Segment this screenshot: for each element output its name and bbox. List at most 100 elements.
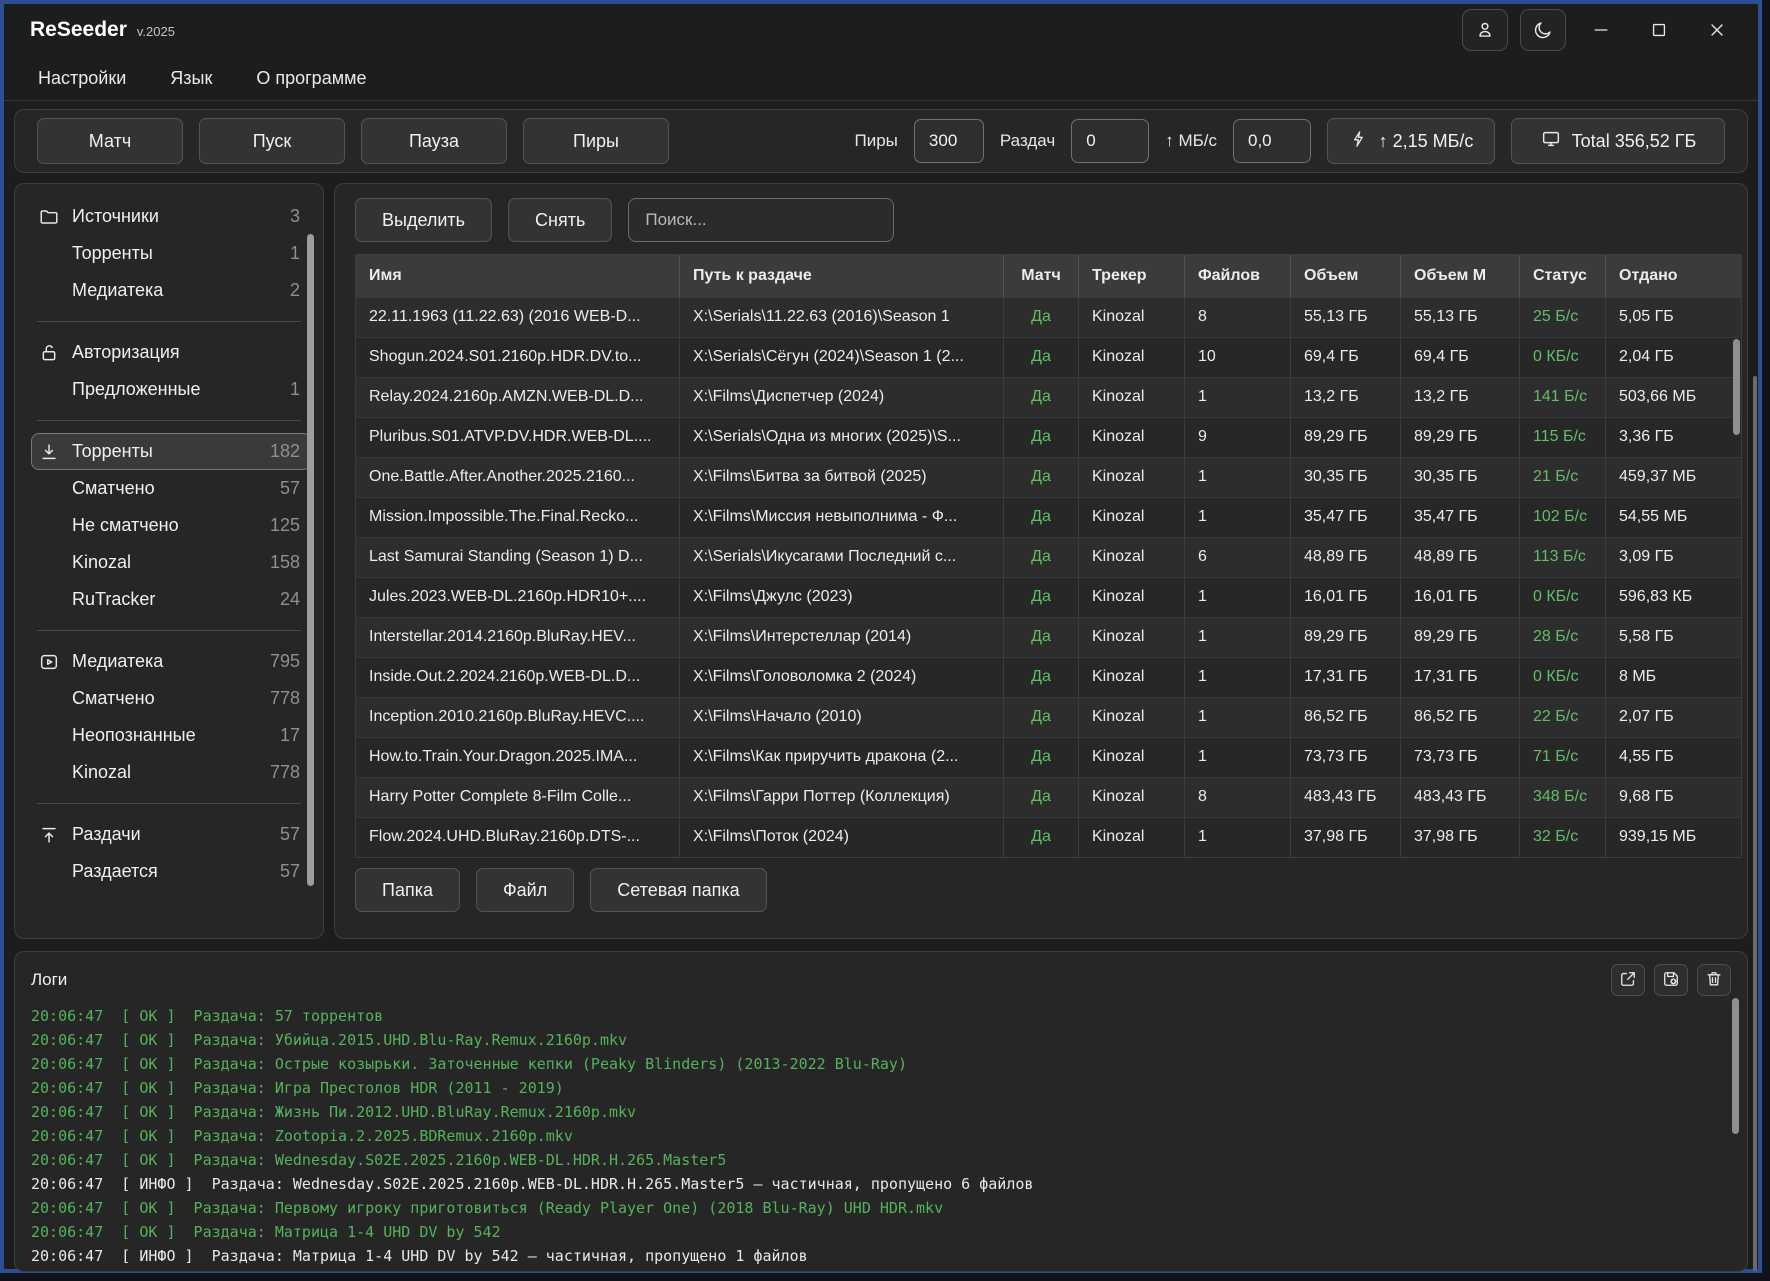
sidebar-item-label: Авторизация — [72, 342, 300, 363]
logs-panel: Логи 20:06:47 [ OK ] Раздача: 57 торрент… — [14, 951, 1748, 1272]
table-row[interactable]: Harry Potter Complete 8-Film Colle...X:\… — [356, 777, 1741, 817]
cell-status: 348 Б/с — [1520, 778, 1606, 817]
table-row[interactable]: Inside.Out.2.2024.2160p.WEB-DL.D...X:\Fi… — [356, 657, 1741, 697]
sidebar-item-torrents-kinozal[interactable]: Kinozal158 — [31, 544, 311, 581]
sidebar-item-sources-media[interactable]: Медиатека2 — [31, 272, 311, 309]
table-row[interactable]: Shogun.2024.S01.2160p.HDR.DV.to...X:\Ser… — [356, 337, 1741, 377]
log-line: 20:06:47 [ OK ] Раздача: Wednesday.S02E.… — [31, 1148, 1731, 1172]
column-header-tracker[interactable]: Трекер — [1079, 255, 1185, 297]
sidebar-item-seeding[interactable]: Раздается57 — [31, 853, 311, 890]
sidebar-item-suggested[interactable]: Предложенные1 — [31, 371, 311, 408]
table-scrollbar[interactable] — [1733, 339, 1740, 435]
sidebar-item-torrents-rutracker[interactable]: RuTracker24 — [31, 581, 311, 618]
table-row[interactable]: Mission.Impossible.The.Final.Recko...X:\… — [356, 497, 1741, 537]
cell-path: X:\Serials\Икусагами Последний с... — [680, 538, 1004, 577]
maximize-button[interactable] — [1636, 10, 1682, 50]
match-button[interactable]: Матч — [37, 118, 183, 164]
add-source-buttons: Папка Файл Сетевая папка — [355, 868, 1731, 912]
log-line: 20:06:47 [ OK ] Раздача: Zootopia.2.2025… — [31, 1124, 1731, 1148]
select-all-button[interactable]: Выделить — [355, 198, 492, 242]
cell-path: X:\Serials\11.22.63 (2016)\Season 1 — [680, 298, 1004, 337]
seeds-input[interactable] — [1071, 119, 1149, 163]
column-header-status[interactable]: Статус — [1520, 255, 1606, 297]
peers-button[interactable]: Пиры — [523, 118, 669, 164]
peers-input[interactable] — [914, 119, 984, 163]
cell-status: 22 Б/с — [1520, 698, 1606, 737]
cell-uploaded: 3,09 ГБ — [1606, 538, 1741, 577]
column-header-files[interactable]: Файлов — [1185, 255, 1291, 297]
open-logs-external-button[interactable] — [1611, 964, 1645, 996]
total-button[interactable]: Total 356,52 ГБ — [1511, 118, 1725, 164]
cell-size_m: 73,73 ГБ — [1401, 738, 1520, 777]
sidebar-item-sources[interactable]: Источники3 — [31, 198, 311, 235]
table-row[interactable]: Interstellar.2014.2160p.BluRay.HEV...X:\… — [356, 617, 1741, 657]
add-network-folder-button[interactable]: Сетевая папка — [590, 868, 766, 912]
upload-rate-value: ↑ 2,15 МБ/с — [1379, 131, 1474, 152]
table-row[interactable]: Relay.2024.2160p.AMZN.WEB-DL.D...X:\Film… — [356, 377, 1741, 417]
upload-rate-button[interactable]: ↑ 2,15 МБ/с — [1327, 118, 1495, 164]
app-version: v.2025 — [137, 24, 175, 39]
cell-uploaded: 5,58 ГБ — [1606, 618, 1741, 657]
column-header-match[interactable]: Матч — [1004, 255, 1079, 297]
sidebar-item-torrents-unmatched[interactable]: Не сматчено125 — [31, 507, 311, 544]
cell-files: 1 — [1185, 738, 1291, 777]
table-row[interactable]: Last Samurai Standing (Season 1) D...X:\… — [356, 537, 1741, 577]
deselect-button[interactable]: Снять — [508, 198, 612, 242]
table-row[interactable]: How.to.Train.Your.Dragon.2025.IMA...X:\F… — [356, 737, 1741, 777]
minimize-button[interactable] — [1578, 10, 1624, 50]
table-row[interactable]: Flow.2024.UHD.BluRay.2160p.DTS-...X:\Fil… — [356, 817, 1741, 857]
cell-tracker: Kinozal — [1079, 378, 1185, 417]
sidebar-item-label: Не сматчено — [72, 515, 270, 536]
add-folder-button[interactable]: Папка — [355, 868, 460, 912]
menu-item-settings[interactable]: Настройки — [38, 68, 126, 89]
sidebar-item-seeds[interactable]: Раздачи57 — [31, 816, 311, 853]
search-input[interactable] — [628, 198, 894, 242]
sidebar-item-count: 778 — [270, 762, 300, 783]
pause-button[interactable]: Пауза — [361, 118, 507, 164]
sidebar-item-count: 2 — [290, 280, 300, 301]
cell-status: 141 Б/с — [1520, 378, 1606, 417]
cell-files: 1 — [1185, 578, 1291, 617]
column-header-size[interactable]: Объем — [1291, 255, 1401, 297]
sidebar-item-media-kinozal[interactable]: Kinozal778 — [31, 754, 311, 791]
column-header-name[interactable]: Имя — [356, 255, 680, 297]
cell-name: Shogun.2024.S01.2160p.HDR.DV.to... — [356, 338, 680, 377]
cell-tracker: Kinozal — [1079, 778, 1185, 817]
clear-logs-button[interactable] — [1697, 964, 1731, 996]
folder-icon — [38, 205, 64, 229]
save-logs-button[interactable] — [1654, 964, 1688, 996]
table-row[interactable]: 22.11.1963 (11.22.63) (2016 WEB-D...X:\S… — [356, 297, 1741, 337]
add-file-button[interactable]: Файл — [476, 868, 574, 912]
sidebar-list: Источники3Торренты1Медиатека2 Авторизация… — [31, 198, 311, 890]
window-scrollbar[interactable] — [1753, 376, 1757, 1271]
log-line: 20:06:47 [ OK ] Раздача: Игра Престолов … — [31, 1076, 1731, 1100]
table-row[interactable]: Jules.2023.WEB-DL.2160p.HDR10+....X:\Fil… — [356, 577, 1741, 617]
sidebar-item-torrents[interactable]: Торренты182 — [31, 433, 311, 470]
column-header-size_m[interactable]: Объем М — [1401, 255, 1520, 297]
menu-item-language[interactable]: Язык — [170, 68, 212, 89]
logs-scrollbar[interactable] — [1732, 998, 1739, 1134]
close-button[interactable] — [1694, 10, 1740, 50]
table-row[interactable]: Pluribus.S01.ATVP.DV.HDR.WEB-DL....X:\Se… — [356, 417, 1741, 457]
sidebar-item-media-matched[interactable]: Сматчено778 — [31, 680, 311, 717]
cell-tracker: Kinozal — [1079, 578, 1185, 617]
menu-item-about[interactable]: О программе — [256, 68, 366, 89]
sidebar-item-sources-torrents[interactable]: Торренты1 — [31, 235, 311, 272]
sidebar-scrollbar[interactable] — [307, 234, 314, 886]
sidebar-item-authorization[interactable]: Авторизация — [31, 334, 311, 371]
speed-limit-input[interactable] — [1233, 119, 1311, 163]
cell-uploaded: 3,36 ГБ — [1606, 418, 1741, 457]
column-header-uploaded[interactable]: Отдано — [1606, 255, 1741, 297]
sidebar-item-media-unknown[interactable]: Неопознанные17 — [31, 717, 311, 754]
sidebar-item-media[interactable]: Медиатека795 — [31, 643, 311, 680]
column-header-path[interactable]: Путь к раздаче — [680, 255, 1004, 297]
log-output: 20:06:47 [ OK ] Раздача: 57 торрентов20:… — [31, 1004, 1731, 1268]
table-row[interactable]: Inception.2010.2160p.BluRay.HEVC....X:\F… — [356, 697, 1741, 737]
log-line: 20:06:47 [ OK ] Раздача: Острые козырьки… — [31, 1052, 1731, 1076]
account-button[interactable] — [1462, 9, 1508, 51]
cell-files: 1 — [1185, 698, 1291, 737]
start-button[interactable]: Пуск — [199, 118, 345, 164]
sidebar-item-torrents-matched[interactable]: Сматчено57 — [31, 470, 311, 507]
theme-toggle-button[interactable] — [1520, 9, 1566, 51]
table-row[interactable]: One.Battle.After.Another.2025.2160...X:\… — [356, 457, 1741, 497]
